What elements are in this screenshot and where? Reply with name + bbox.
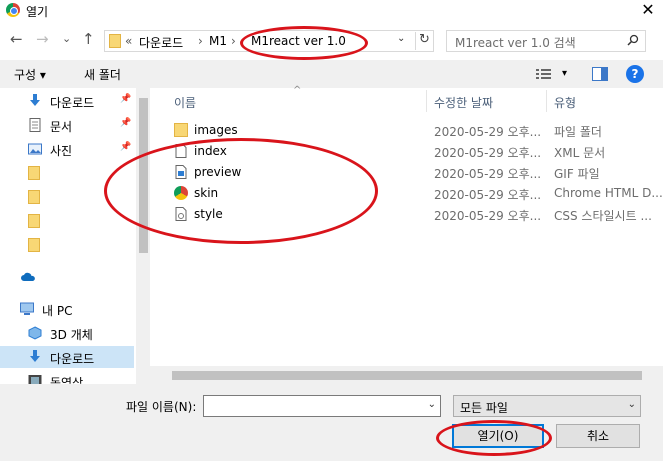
folder-icon	[28, 238, 40, 252]
download-icon	[30, 350, 40, 362]
pictures-icon	[28, 143, 42, 155]
title-bar: 열기 ✕	[0, 0, 663, 22]
list-item[interactable]: images 2020-05-29 오후... 파일 폴더	[170, 120, 660, 141]
sidebar-item-label: 사진	[50, 144, 73, 158]
sidebar-item-3d-objects[interactable]: 3D 개체	[0, 322, 134, 344]
folder-icon	[28, 166, 40, 180]
filename-field[interactable]: ⌄	[203, 395, 441, 417]
3d-objects-icon	[28, 326, 42, 340]
sidebar-item-label: 동영상	[50, 376, 84, 384]
onedrive-icon	[21, 272, 35, 281]
chevron-down-icon[interactable]: ⌄	[428, 399, 436, 410]
pin-icon[interactable]: 📌	[120, 142, 131, 152]
command-bar: 구성 ▾ 새 폴더 ▾	[0, 60, 663, 88]
sort-ascending-icon: ^	[293, 85, 302, 96]
pin-icon[interactable]: 📌	[120, 94, 131, 104]
sidebar-item-label: 내 PC	[42, 304, 73, 318]
sidebar-item-this-pc[interactable]: 내 PC	[0, 298, 134, 320]
file-list: ^ 이름 수정한 날짜 유형 images 2020-05-29 오후... 파…	[150, 85, 663, 384]
column-header-modified[interactable]: 수정한 날짜	[434, 94, 493, 111]
window-title: 열기	[26, 5, 49, 19]
forward-arrow-icon[interactable]: →	[36, 30, 49, 48]
pc-icon	[20, 302, 34, 315]
sidebar-item-label: 3D 개체	[50, 328, 93, 342]
sidebar-item-folder[interactable]	[0, 234, 134, 256]
download-icon	[30, 94, 40, 106]
column-divider[interactable]	[426, 90, 427, 112]
breadcrumb-current[interactable]: M1react ver 1.0	[251, 34, 346, 48]
chrome-icon	[6, 3, 20, 17]
cancel-button[interactable]: 취소	[556, 424, 640, 448]
sidebar-item-downloads[interactable]: 다운로드 📌	[0, 90, 134, 112]
new-folder-button[interactable]: 새 폴더	[84, 66, 121, 83]
search-icon[interactable]	[627, 34, 639, 46]
folder-icon	[28, 190, 40, 204]
chrome-icon	[174, 186, 188, 200]
close-icon[interactable]: ✕	[637, 0, 659, 22]
breadcrumb-downloads[interactable]: 다운로드	[139, 34, 183, 51]
xml-file-icon	[175, 144, 187, 158]
filename-label: 파일 이름(N):	[126, 400, 197, 414]
address-dropdown-icon[interactable]: ⌄	[397, 33, 405, 44]
document-icon	[29, 118, 41, 132]
column-divider[interactable]	[546, 90, 547, 112]
back-arrow-icon[interactable]: ←	[10, 30, 23, 48]
sidebar-item-pictures[interactable]: 사진 📌	[0, 138, 134, 160]
image-file-icon	[175, 165, 187, 179]
list-item[interactable]: index 2020-05-29 오후... XML 문서	[170, 141, 660, 162]
file-list-scrollbar[interactable]	[150, 366, 663, 384]
list-item[interactable]: skin 2020-05-29 오후... Chrome HTML D...	[170, 183, 663, 204]
sidebar-item-downloads-selected[interactable]: 다운로드	[0, 346, 134, 368]
sidebar-scrollbar[interactable]	[136, 88, 150, 384]
pin-icon[interactable]: 📌	[120, 118, 131, 128]
folder-icon	[174, 123, 188, 137]
list-item[interactable]: preview 2020-05-29 오후... GIF 파일	[170, 162, 660, 183]
sidebar-item-videos[interactable]: 동영상	[0, 370, 134, 384]
breadcrumb-separator: ›	[231, 34, 236, 48]
sidebar-item-folder[interactable]	[0, 210, 134, 232]
address-bar[interactable]: « 다운로드 › M1 › M1react ver 1.0 ⌄ ↻	[104, 30, 434, 52]
file-type-select[interactable]: 모든 파일 ⌄	[453, 395, 641, 417]
help-icon[interactable]: ?	[626, 65, 644, 83]
folder-icon	[28, 214, 40, 228]
scrollbar-thumb[interactable]	[172, 371, 642, 380]
search-box[interactable]: M1react ver 1.0 검색	[446, 30, 646, 52]
breadcrumb-separator: ›	[198, 34, 203, 48]
sidebar-item-label: 문서	[50, 120, 73, 134]
sidebar-item-onedrive[interactable]	[0, 266, 134, 288]
folder-icon	[109, 34, 121, 48]
file-type-value: 모든 파일	[460, 401, 508, 415]
css-file-icon	[175, 207, 187, 221]
list-item[interactable]: style 2020-05-29 오후... CSS 스타일시트 ...	[170, 204, 660, 225]
sidebar-item-folder[interactable]	[0, 186, 134, 208]
sidebar-item-label: 다운로드	[50, 352, 95, 366]
breadcrumb-m1[interactable]: M1	[209, 34, 227, 48]
search-input[interactable]: M1react ver 1.0 검색	[455, 34, 576, 51]
view-list-icon[interactable]	[536, 68, 552, 80]
video-icon	[28, 375, 42, 384]
open-button[interactable]: 열기(O)	[452, 424, 544, 448]
view-dropdown-icon[interactable]: ▾	[562, 68, 567, 79]
refresh-icon[interactable]: ↻	[415, 32, 433, 50]
organize-button[interactable]: 구성 ▾	[14, 66, 46, 83]
sidebar-item-folder[interactable]	[0, 162, 134, 184]
breadcrumb-overflow[interactable]: «	[125, 34, 132, 48]
up-arrow-icon[interactable]: ↑	[82, 30, 95, 48]
recent-locations-icon[interactable]: ⌄	[62, 32, 71, 45]
sidebar-item-documents[interactable]: 문서 📌	[0, 114, 134, 136]
column-header-type[interactable]: 유형	[554, 94, 576, 111]
column-header-name[interactable]: 이름	[174, 94, 196, 111]
navigation-pane: 다운로드 📌 문서 📌 사진 📌 내 PC 3D 개체 다운로드 동영상	[0, 88, 150, 384]
scrollbar-thumb[interactable]	[139, 98, 148, 253]
preview-pane-icon[interactable]	[592, 67, 608, 81]
sidebar-item-label: 다운로드	[50, 96, 95, 110]
chevron-down-icon[interactable]: ⌄	[628, 399, 636, 410]
